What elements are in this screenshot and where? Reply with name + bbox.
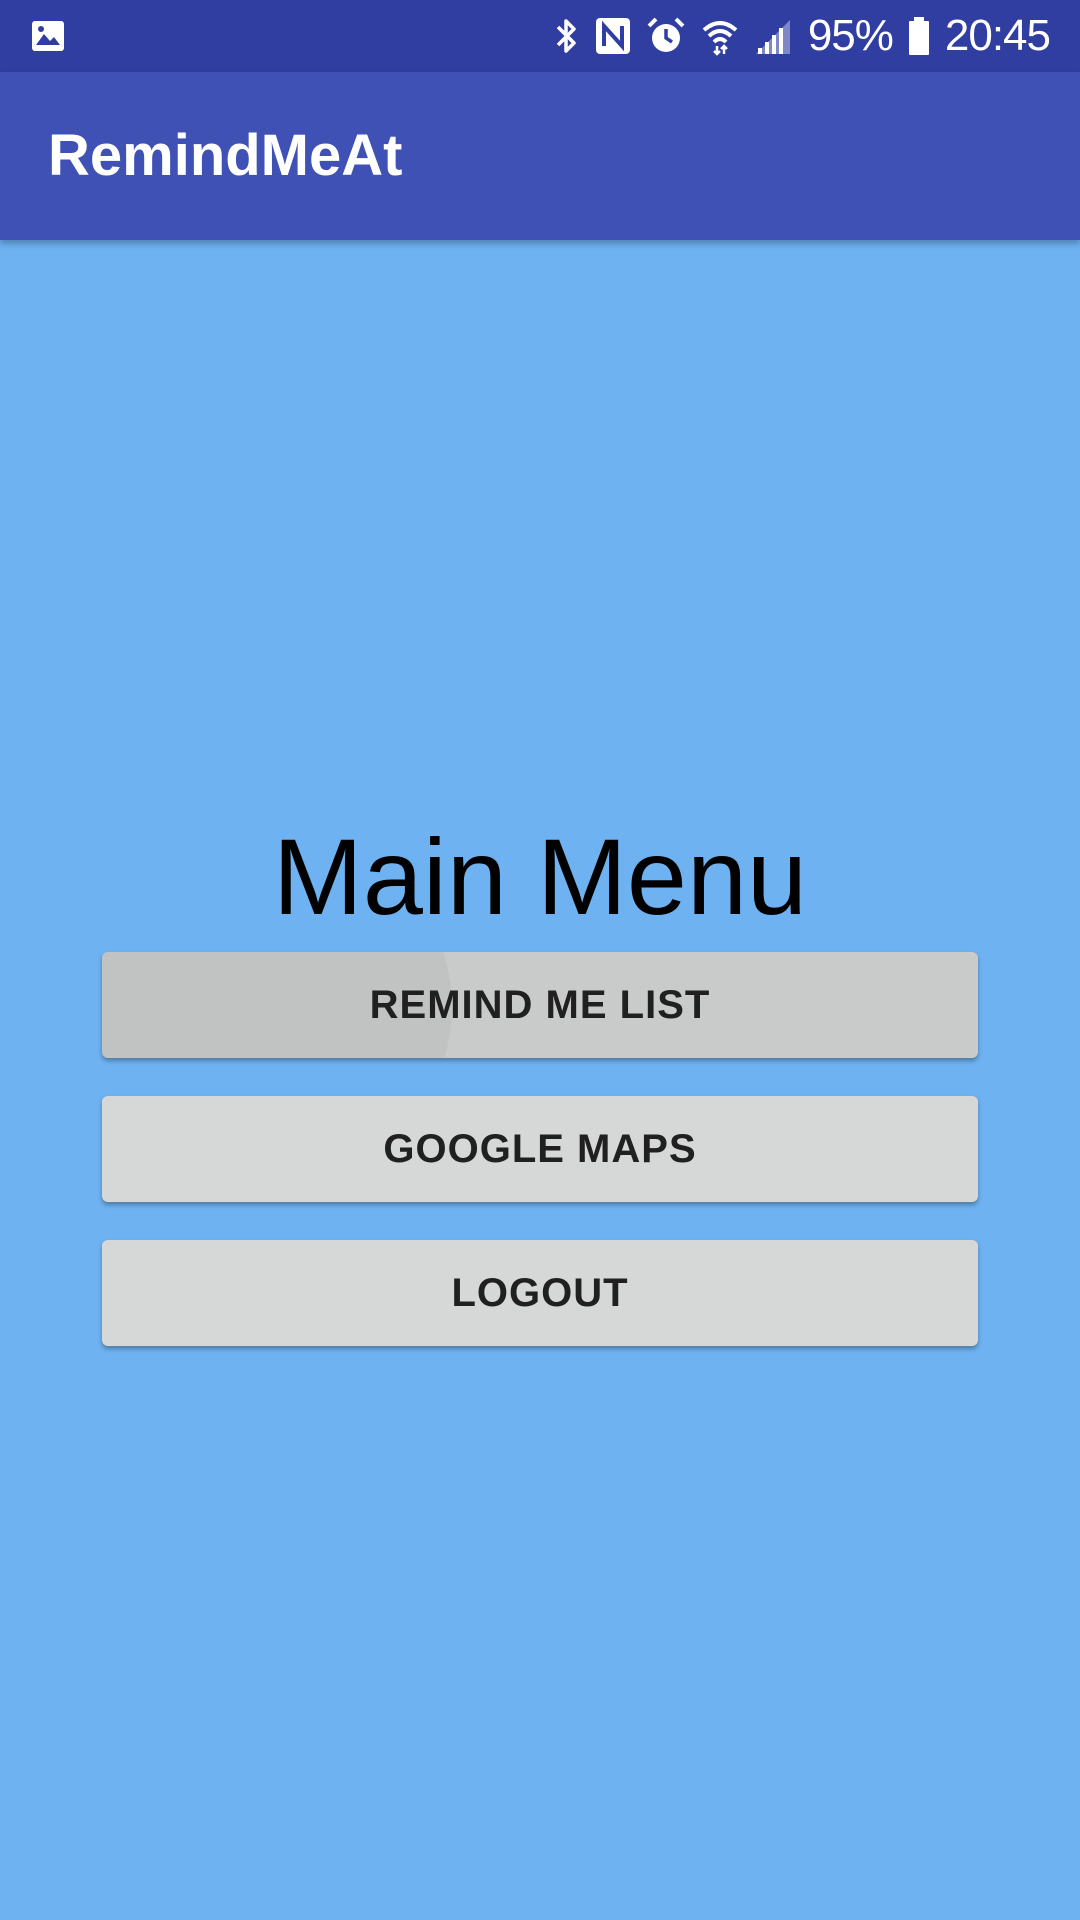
status-icons: 95% 20:45 [554, 0, 1051, 72]
alarm-icon [646, 16, 686, 56]
remind-me-list-label: REMIND ME LIST [369, 982, 711, 1027]
main-content: Main Menu REMIND ME LIST GOOGLE MAPS LOG… [0, 240, 1080, 1920]
app-bar: RemindMeAt [0, 72, 1080, 240]
battery-percent: 95% [807, 11, 894, 60]
nfc-icon [594, 16, 632, 56]
status-bar: 95% 20:45 [0, 0, 1080, 72]
gallery-icon [30, 18, 66, 54]
logout-label: LOGOUT [451, 1270, 629, 1315]
signal-icon [754, 16, 794, 56]
remind-me-list-button[interactable]: REMIND ME LIST [102, 952, 978, 1058]
app-title: RemindMeAt [48, 123, 403, 188]
bluetooth-icon [554, 16, 580, 56]
google-maps-label: GOOGLE MAPS [383, 1126, 697, 1171]
logout-button[interactable]: LOGOUT [102, 1240, 978, 1346]
wifi-icon [700, 16, 740, 56]
google-maps-button[interactable]: GOOGLE MAPS [102, 1096, 978, 1202]
page-title: Main Menu [272, 816, 808, 937]
screen: 95% 20:45 RemindMeAt Main Menu REMIND ME… [0, 0, 1080, 1920]
clock: 20:45 [944, 11, 1051, 60]
battery-icon [907, 16, 931, 56]
